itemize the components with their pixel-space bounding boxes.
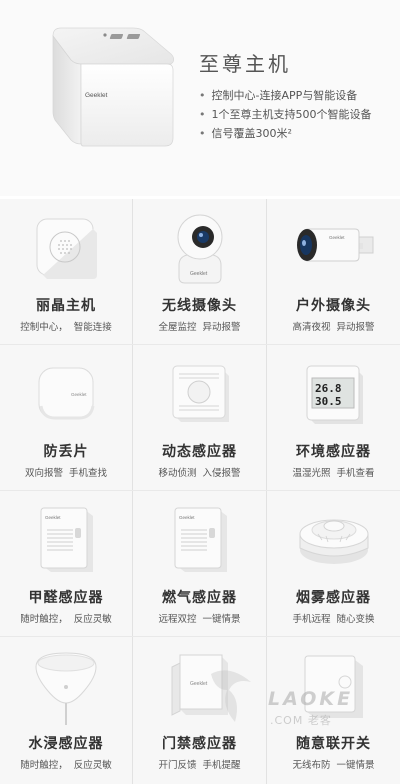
product-card[interactable]: 烟雾感应器 手机远程 随心变换 bbox=[267, 491, 400, 636]
product-name: 动态感应器 bbox=[162, 444, 237, 460]
product-card[interactable]: Geeklet 燃气感应器 远程双控 一键情景 bbox=[133, 491, 267, 636]
hero-feature-item: 控制中心-连接APP与智能设备 bbox=[199, 86, 372, 105]
product-name: 防丢片 bbox=[43, 444, 89, 460]
product-desc: 无线布防 一键情景 bbox=[292, 760, 375, 771]
product-name: 烟雾感应器 bbox=[296, 590, 371, 606]
gas-sensor-icon: Geeklet bbox=[174, 507, 227, 572]
product-desc: 随时触控， 反应灵敏 bbox=[20, 614, 112, 625]
svg-text:Geeklet: Geeklet bbox=[190, 271, 208, 277]
product-name: 门禁感应器 bbox=[162, 736, 237, 752]
product-card[interactable]: 丽晶主机 控制中心， 智能连接 bbox=[0, 199, 133, 344]
product-desc: 移动侦测 入侵报警 bbox=[158, 468, 241, 479]
hero-feature-item: 1个至尊主机支持500个智能设备 bbox=[199, 105, 372, 124]
hero-feature-item: 信号覆盖300米² bbox=[199, 124, 372, 143]
product-card[interactable]: Geeklet 甲醛感应器 随时触控， 反应灵敏 bbox=[0, 491, 133, 636]
speaker-hub-icon bbox=[36, 218, 97, 279]
svg-text:26.8: 26.8 bbox=[315, 382, 342, 395]
product-card[interactable]: Geeklet 防丢片 双向报警 手机查找 bbox=[0, 345, 133, 490]
svg-text:Geeklet: Geeklet bbox=[190, 681, 208, 687]
bullet-camera-icon: Geeklet bbox=[296, 228, 373, 262]
product-name: 无线摄像头 bbox=[162, 298, 237, 314]
product-card[interactable]: Geeklet 无线摄像头 全屋监控 异动报警 bbox=[133, 199, 267, 344]
smoke-detector-icon bbox=[299, 519, 368, 564]
svg-text:Geeklet: Geeklet bbox=[85, 92, 108, 99]
watermark-subtext: .COM 老客 bbox=[270, 714, 332, 727]
door-sensor-icon: Geeklet bbox=[171, 654, 228, 716]
product-name: 燃气感应器 bbox=[162, 590, 237, 606]
dome-camera-icon: Geeklet bbox=[177, 214, 222, 284]
hero-banner: Geeklet 至尊主机 控制中心-连接APP与智能设备 1个至尊主机支持500… bbox=[0, 0, 400, 196]
svg-text:30.5: 30.5 bbox=[315, 395, 342, 408]
product-desc: 手机远程 随心变换 bbox=[292, 614, 375, 625]
product-name: 甲醛感应器 bbox=[28, 590, 104, 606]
watermark-text: LAOKE bbox=[268, 688, 354, 710]
svg-text:Geeklet: Geeklet bbox=[179, 515, 195, 520]
svg-text:Geeklet: Geeklet bbox=[71, 392, 87, 397]
product-desc: 双向报警 手机查找 bbox=[24, 468, 108, 479]
product-name: 环境感应器 bbox=[296, 444, 371, 460]
product-card[interactable]: 26.8 30.5 环境感应器 温湿光照 手机查看 bbox=[267, 345, 400, 490]
product-card[interactable]: 水浸感应器 随时触控， 反应灵敏 bbox=[0, 637, 133, 784]
hero-title: 至尊主机 bbox=[199, 52, 291, 76]
product-card[interactable]: 动态感应器 移动侦测 入侵报警 bbox=[133, 345, 267, 490]
product-name: 随意联开关 bbox=[296, 736, 371, 752]
svg-text:Geeklet: Geeklet bbox=[45, 515, 61, 520]
product-card[interactable]: 随意联开关 无线布防 一键情景 bbox=[267, 637, 400, 784]
product-desc: 全屋监控 异动报警 bbox=[158, 322, 241, 333]
water-leak-sensor-icon bbox=[35, 652, 97, 725]
product-card[interactable]: Geeklet 户外摄像头 高清夜视 异动报警 bbox=[267, 199, 400, 344]
hero-feature-list: 控制中心-连接APP与智能设备 1个至尊主机支持500个智能设备 信号覆盖300… bbox=[199, 86, 372, 143]
formaldehyde-sensor-icon: Geeklet bbox=[40, 507, 93, 572]
environment-sensor-icon: 26.8 30.5 bbox=[306, 365, 363, 424]
tag-tracker-icon: Geeklet bbox=[38, 367, 95, 420]
product-name: 户外摄像头 bbox=[296, 298, 371, 314]
hub-device-image: Geeklet bbox=[52, 27, 175, 147]
svg-text:Geeklet: Geeklet bbox=[329, 235, 345, 240]
product-desc: 远程双控 一键情景 bbox=[158, 614, 241, 625]
motion-sensor-icon bbox=[172, 365, 229, 422]
product-desc: 开门反馈 手机提醒 bbox=[158, 760, 241, 771]
product-desc: 高清夜视 异动报警 bbox=[292, 322, 375, 333]
product-desc: 随时触控， 反应灵敏 bbox=[20, 760, 112, 771]
product-card[interactable]: Geeklet 门禁感应器 开门反馈 手机提醒 bbox=[133, 637, 267, 784]
product-desc: 温湿光照 手机查看 bbox=[292, 468, 375, 479]
product-name: 丽晶主机 bbox=[36, 298, 96, 314]
product-desc: 控制中心， 智能连接 bbox=[20, 322, 112, 333]
product-name: 水浸感应器 bbox=[28, 736, 104, 752]
